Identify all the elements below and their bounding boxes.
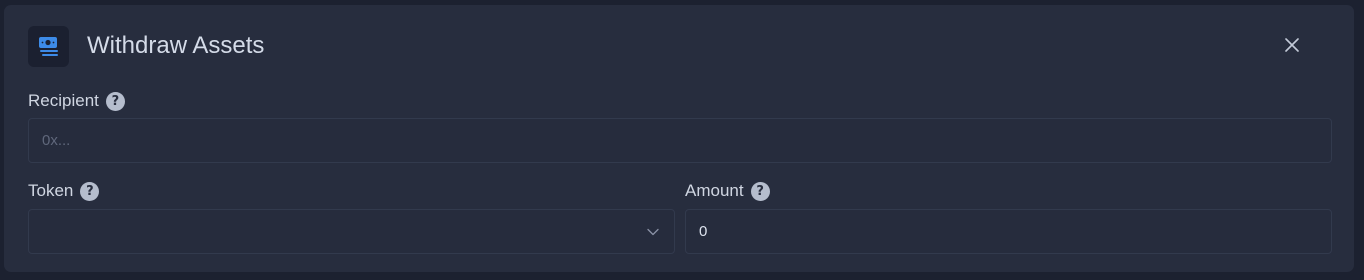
wallet-cash-icon bbox=[28, 25, 69, 67]
amount-field bbox=[685, 209, 1332, 254]
token-label-row: Token ? bbox=[28, 180, 100, 202]
withdraw-modal: Withdraw Assets Recipient ? Token ? Amou… bbox=[4, 5, 1354, 272]
modal-header: Withdraw Assets bbox=[28, 25, 1330, 67]
amount-input[interactable] bbox=[686, 210, 1331, 253]
help-icon[interactable]: ? bbox=[750, 181, 770, 201]
modal-title: Withdraw Assets bbox=[87, 32, 265, 59]
help-icon[interactable]: ? bbox=[105, 91, 125, 111]
recipient-field bbox=[28, 118, 1332, 163]
amount-label-row: Amount ? bbox=[685, 180, 770, 202]
token-label: Token bbox=[28, 181, 74, 200]
recipient-input[interactable] bbox=[29, 119, 1331, 162]
token-select[interactable] bbox=[28, 209, 675, 254]
recipient-label-row: Recipient ? bbox=[28, 90, 125, 112]
amount-label: Amount bbox=[685, 181, 744, 200]
chevron-down-icon bbox=[647, 228, 659, 236]
recipient-label: Recipient bbox=[28, 91, 99, 110]
close-icon[interactable] bbox=[1280, 33, 1304, 57]
help-icon[interactable]: ? bbox=[80, 181, 100, 201]
